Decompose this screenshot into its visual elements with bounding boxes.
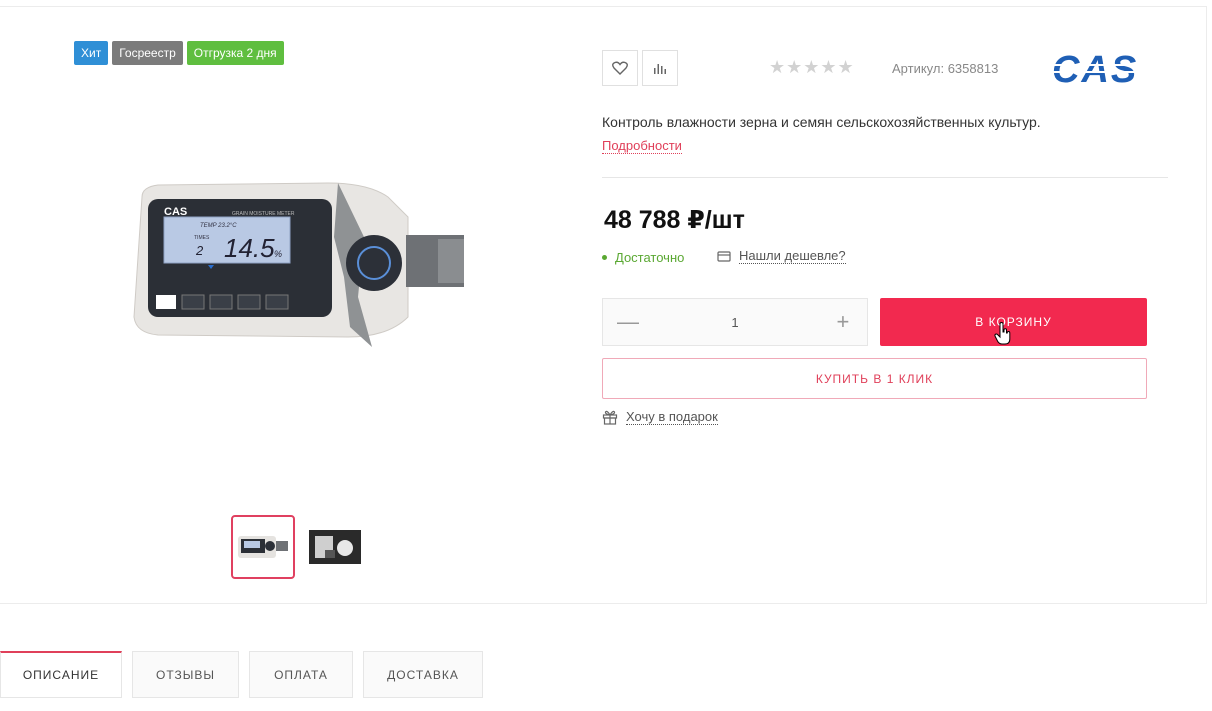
device-unit-text: %	[274, 249, 282, 259]
product-image[interactable]: CAS GRAIN MOISTURE METER TEMP 23.2°C TIM…	[128, 177, 473, 357]
add-to-favorites-button[interactable]	[602, 50, 638, 86]
tab-payment[interactable]: ОПЛАТА	[249, 651, 353, 698]
compare-chart-icon	[654, 64, 666, 74]
divider	[602, 177, 1168, 178]
badge-registry: Госреестр	[112, 41, 183, 65]
wallet-icon	[717, 251, 731, 262]
product-sku: Артикул: 6358813	[892, 61, 999, 76]
quantity-stepper: — 1 +	[602, 298, 868, 346]
quantity-increase-button[interactable]: +	[833, 309, 853, 335]
device-reading-text: 14.5	[224, 233, 275, 263]
found-cheaper-link[interactable]: Нашли дешевле?	[717, 248, 846, 264]
gift-label: Хочу в подарок	[626, 409, 718, 425]
badge-hit: Хит	[74, 41, 109, 65]
stock-status: Достаточно	[602, 250, 684, 265]
brand-logo-text: CAS	[1052, 50, 1138, 86]
device-count-text: 2	[195, 243, 204, 258]
add-to-cart-button[interactable]: В КОРЗИНУ	[880, 298, 1147, 346]
heart-icon	[612, 61, 628, 75]
thumbnail-2-image	[309, 530, 361, 564]
compare-button[interactable]	[642, 50, 678, 86]
thumbnail-1-image	[238, 536, 288, 558]
hand-cursor-icon	[994, 322, 1011, 345]
details-link[interactable]: Подробности	[602, 138, 682, 154]
product-tabs: ОПИСАНИЕ ОТЗЫВЫ ОПЛАТА ДОСТАВКА	[0, 651, 483, 698]
device-temp-text: TEMP 23.2°C	[200, 223, 237, 229]
stock-dot-icon	[602, 255, 607, 260]
device-title-text: GRAIN MOISTURE METER	[232, 211, 295, 217]
buy-one-click-button[interactable]: КУПИТЬ В 1 КЛИК	[602, 358, 1147, 399]
device-brand-text: CAS	[164, 206, 187, 218]
gift-link[interactable]: Хочу в подарок	[602, 409, 718, 425]
thumbnail-strip	[231, 515, 367, 579]
found-cheaper-label: Нашли дешевле?	[739, 248, 846, 264]
quantity-decrease-button[interactable]: —	[617, 309, 639, 335]
tab-description[interactable]: ОПИСАНИЕ	[0, 651, 122, 698]
badge-shipping: Отгрузка 2 дня	[186, 41, 284, 65]
product-price: 48 788 ₽/шт	[604, 206, 745, 234]
stock-status-label: Достаточно	[615, 250, 685, 265]
badges: Хит Госреестр Отгрузка 2 дня	[74, 41, 284, 65]
thumbnail-2[interactable]	[303, 515, 367, 579]
brand-logo[interactable]: CAS	[1052, 50, 1162, 86]
product-description: Контроль влажности зерна и семян сельско…	[602, 114, 1041, 130]
rating-stars[interactable]: ★★★★★	[769, 57, 855, 78]
tab-delivery[interactable]: ДОСТАВКА	[363, 651, 483, 698]
device-times-text: TIMES	[194, 235, 210, 241]
quantity-value[interactable]: 1	[731, 315, 738, 330]
tab-reviews[interactable]: ОТЗЫВЫ	[132, 651, 239, 698]
gift-icon	[602, 410, 618, 425]
thumbnail-1[interactable]	[231, 515, 295, 579]
